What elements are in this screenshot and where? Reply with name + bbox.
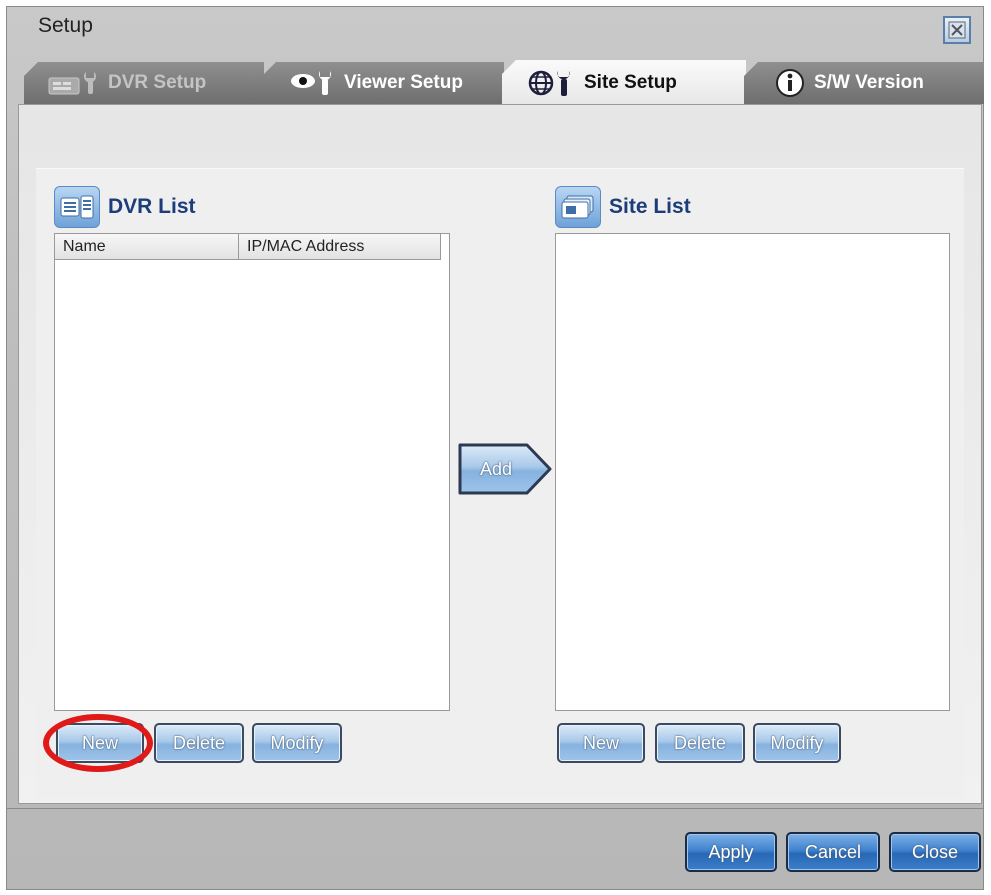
tab-dvr-setup-label: DVR Setup bbox=[108, 72, 207, 93]
column-header-ip-mac-address[interactable]: IP/MAC Address bbox=[239, 234, 441, 260]
dvr-modify-button[interactable]: Modify bbox=[252, 723, 342, 763]
site-new-button[interactable]: New bbox=[557, 723, 645, 763]
site-list-title: Site List bbox=[609, 195, 691, 218]
tab-site-setup-label: Site Setup bbox=[584, 72, 677, 93]
cancel-button[interactable]: Cancel bbox=[786, 832, 880, 872]
footer-divider bbox=[6, 808, 984, 809]
add-button-label: Add bbox=[479, 458, 513, 479]
site-modify-button[interactable]: Modify bbox=[753, 723, 841, 763]
dvr-delete-button[interactable]: Delete bbox=[154, 723, 244, 763]
dvr-list-heading: DVR List bbox=[54, 186, 196, 228]
site-delete-button[interactable]: Delete bbox=[655, 723, 745, 763]
tab-dvr-setup[interactable]: DVR Setup bbox=[24, 62, 264, 104]
tab-sw-version-label: S/W Version bbox=[814, 72, 924, 93]
info-icon bbox=[774, 67, 806, 99]
close-button[interactable]: Close bbox=[889, 832, 981, 872]
close-icon[interactable] bbox=[943, 16, 971, 44]
site-list-box[interactable] bbox=[555, 233, 950, 711]
site-list-heading: Site List bbox=[555, 186, 691, 228]
add-button[interactable]: Add bbox=[457, 441, 553, 497]
apply-button[interactable]: Apply bbox=[685, 832, 777, 872]
tab-sw-version[interactable]: S/W Version bbox=[744, 62, 984, 104]
tab-viewer-setup[interactable]: Viewer Setup bbox=[262, 62, 504, 104]
dvr-list-icon bbox=[54, 186, 100, 228]
site-list-icon bbox=[555, 186, 601, 228]
dvr-wrench-icon bbox=[48, 70, 100, 96]
close-x-glyph bbox=[948, 21, 966, 39]
tab-viewer-setup-label: Viewer Setup bbox=[344, 72, 463, 93]
column-header-name[interactable]: Name bbox=[55, 234, 239, 260]
tab-site-setup[interactable]: Site Setup bbox=[502, 60, 746, 106]
dvr-list-box[interactable]: Name IP/MAC Address bbox=[54, 233, 450, 711]
new-button-highlight-circle bbox=[43, 714, 153, 772]
dvr-list-title: DVR List bbox=[108, 195, 196, 218]
window-title: Setup bbox=[38, 14, 93, 37]
eye-wrench-icon bbox=[290, 69, 336, 97]
globe-wrench-icon bbox=[528, 68, 576, 98]
